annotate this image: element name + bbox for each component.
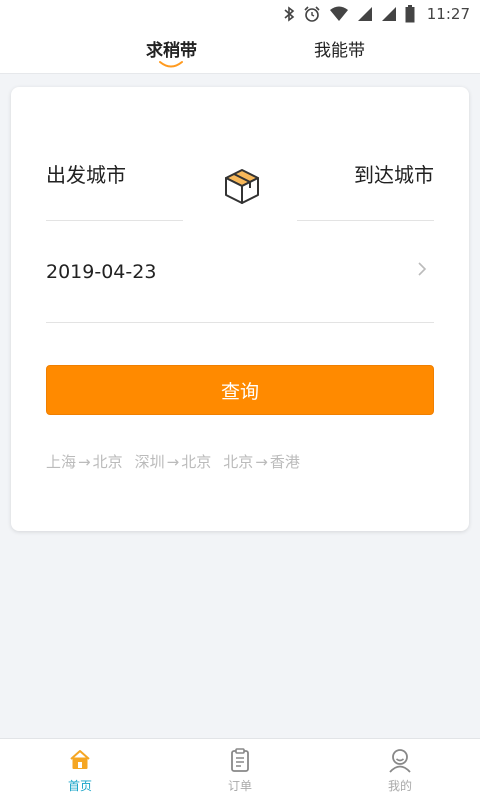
- arrival-divider: [297, 220, 434, 221]
- user-icon: [389, 749, 411, 773]
- package-box-icon: [225, 169, 259, 204]
- route-shenzhen-beijing[interactable]: 深圳 → 北京: [135, 451, 212, 472]
- departure-divider: [46, 220, 183, 221]
- date-divider: [46, 322, 434, 323]
- arrow-right-icon: →: [166, 453, 180, 471]
- active-tab-indicator: [159, 61, 183, 68]
- search-card: 出发城市 到达城市 2019-04-23 查询 上海 → 北京 深圳 → 北京 北京 → 香…: [11, 87, 469, 531]
- route-from: 北京: [223, 453, 254, 471]
- departure-city-field[interactable]: 出发城市: [46, 159, 126, 188]
- query-button[interactable]: 查询: [46, 365, 434, 415]
- route-shanghai-beijing[interactable]: 上海 → 北京: [46, 451, 123, 472]
- route-to: 北京: [181, 453, 212, 471]
- home-icon: [70, 750, 90, 769]
- chevron-right-icon: [418, 262, 427, 276]
- nav-profile[interactable]: 我的: [320, 739, 480, 800]
- status-bar: 11:27: [0, 0, 480, 28]
- route-to: 香港: [269, 453, 300, 471]
- date-picker-row[interactable]: 2019-04-23: [46, 252, 434, 292]
- bluetooth-icon: [283, 6, 295, 22]
- recent-routes: 上海 → 北京 深圳 → 北京 北京 → 香港: [46, 451, 300, 472]
- tab-can-deliver[interactable]: 我能带: [314, 36, 365, 61]
- route-from: 上海: [46, 453, 77, 471]
- alarm-icon: [303, 6, 321, 22]
- nav-orders-label: 订单: [227, 779, 252, 793]
- nav-home-label: 首页: [67, 779, 92, 793]
- signal-icon: [381, 6, 397, 22]
- status-time: 11:27: [426, 5, 470, 23]
- bottom-nav: 首页 订单 我的: [0, 738, 480, 800]
- route-beijing-hongkong[interactable]: 北京 → 香港: [223, 451, 300, 472]
- nav-home[interactable]: 首页: [0, 739, 160, 800]
- nav-orders[interactable]: 订单: [160, 739, 320, 800]
- date-value: 2019-04-23: [46, 261, 157, 283]
- tab-request-delivery[interactable]: 求稍带: [146, 36, 197, 61]
- signal-icon: [357, 6, 373, 22]
- clipboard-icon: [231, 748, 249, 772]
- arrow-right-icon: →: [78, 453, 91, 471]
- battery-icon: [405, 5, 415, 23]
- top-tabs: 求稍带 我能带: [0, 28, 480, 74]
- arrow-right-icon: →: [255, 453, 268, 471]
- arrival-city-field[interactable]: 到达城市: [354, 159, 434, 188]
- nav-profile-label: 我的: [387, 779, 412, 793]
- route-from: 深圳: [134, 453, 165, 471]
- route-to: 北京: [92, 453, 123, 471]
- wifi-icon: [329, 6, 349, 22]
